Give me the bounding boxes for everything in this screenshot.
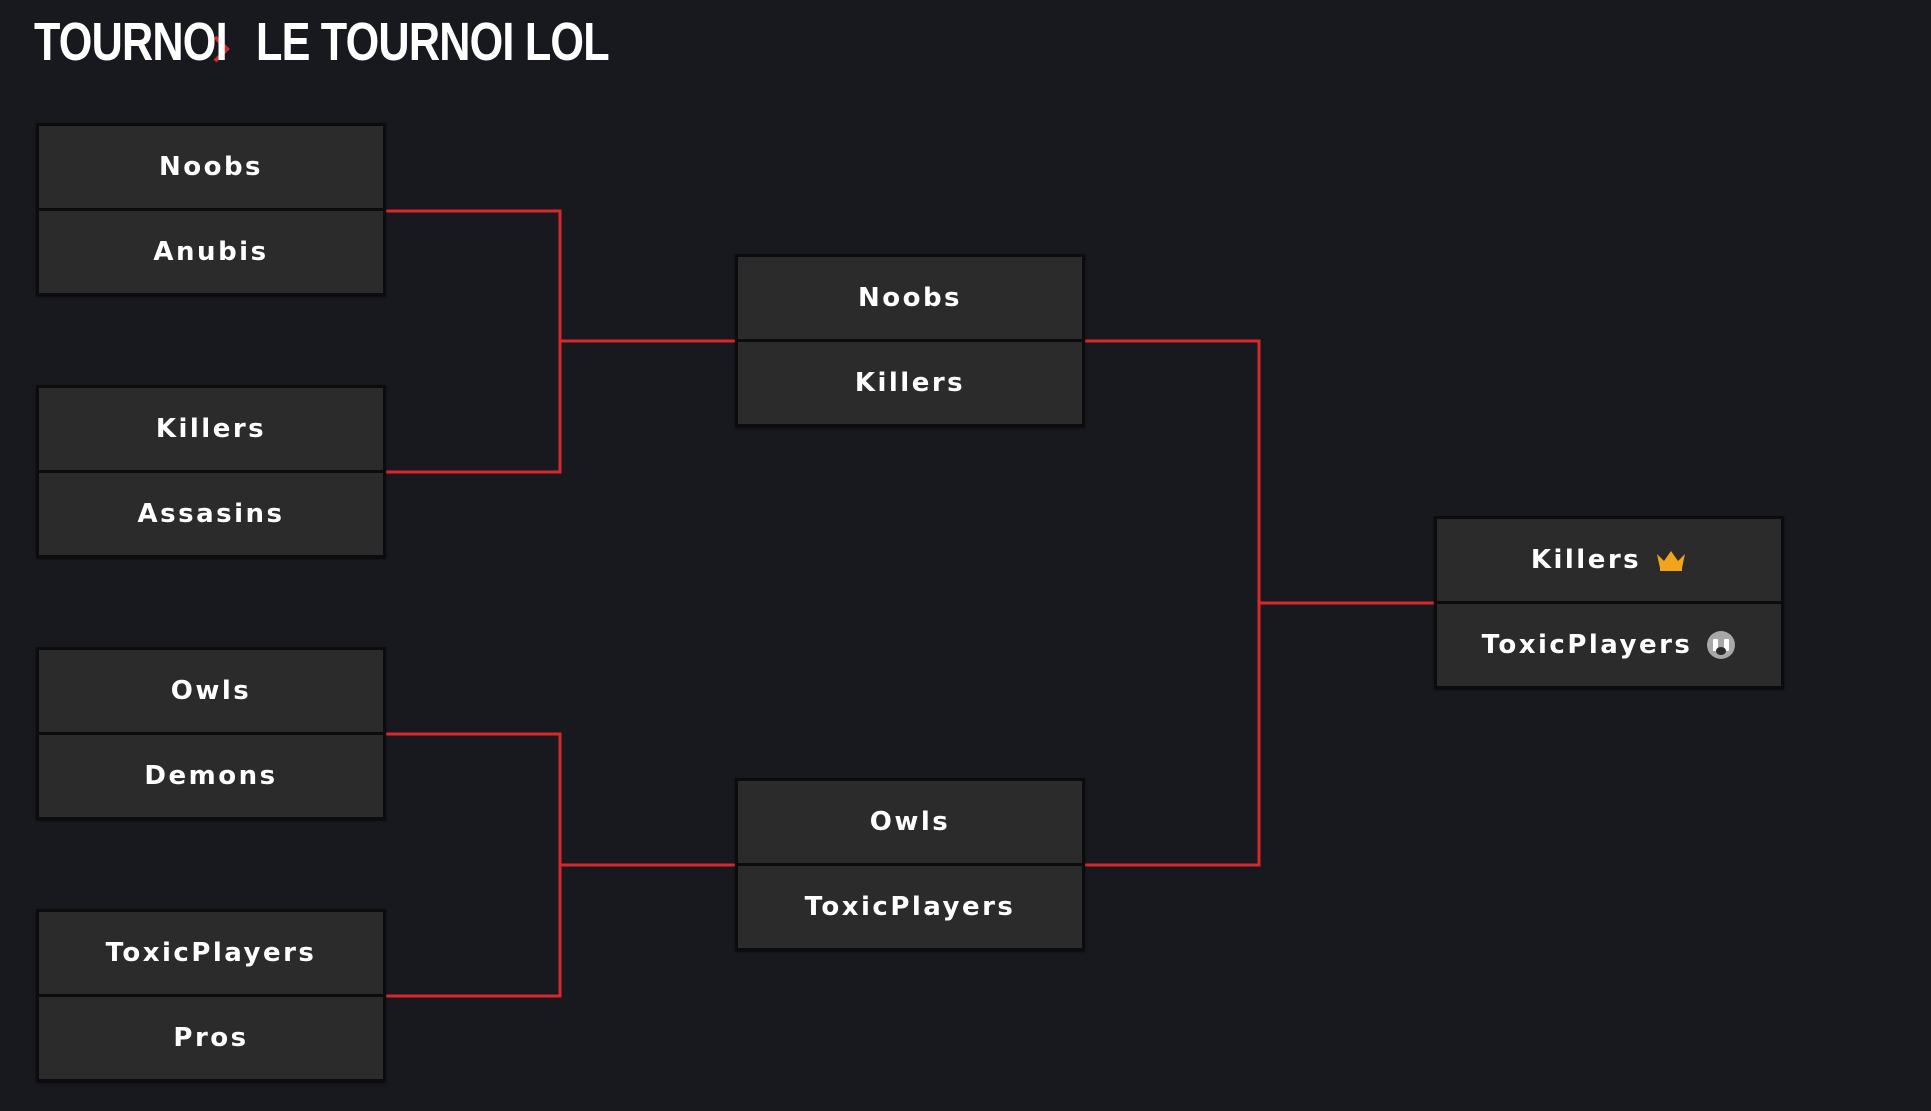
match-r2-m1: Noobs Killers — [735, 254, 1085, 427]
connector-r1m1 — [384, 209, 562, 341]
match-r1-m1: Noobs Anubis — [36, 123, 386, 296]
team-slot[interactable]: Killers — [738, 339, 1082, 424]
team-slot[interactable]: Anubis — [39, 208, 383, 293]
team-slot[interactable]: Noobs — [738, 257, 1082, 339]
team-name: Noobs — [857, 283, 963, 313]
crying-face-icon — [1706, 630, 1736, 660]
connector-r2m1 — [1083, 339, 1261, 603]
match-r1-m2: Killers Assasins — [36, 385, 386, 558]
team-name: ToxicPlayers — [1481, 630, 1693, 660]
team-slot[interactable]: Pros — [39, 994, 383, 1079]
team-name: Owls — [170, 676, 252, 706]
connector-r1m4 — [384, 865, 562, 998]
team-name: Demons — [144, 761, 278, 791]
team-name: Anubis — [153, 237, 269, 267]
crown-icon — [1655, 548, 1687, 572]
team-name: ToxicPlayers — [105, 938, 317, 968]
match-final: Killers ToxicPlayers — [1434, 516, 1784, 689]
team-slot[interactable]: Noobs — [39, 126, 383, 208]
connector-r1m3 — [384, 732, 562, 865]
team-name: Pros — [173, 1023, 249, 1053]
team-name: Killers — [1530, 545, 1642, 575]
connector-r2m2 — [1083, 603, 1261, 867]
team-name: Assasins — [137, 499, 285, 529]
connector-r1m2 — [384, 341, 562, 474]
team-slot[interactable]: Demons — [39, 732, 383, 817]
match-r2-m2: Owls ToxicPlayers — [735, 778, 1085, 951]
team-slot[interactable]: Killers — [39, 388, 383, 470]
team-name: Owls — [869, 807, 951, 837]
team-slot[interactable]: ToxicPlayers — [39, 912, 383, 994]
loser-slot[interactable]: ToxicPlayers — [1437, 601, 1781, 686]
team-slot[interactable]: ToxicPlayers — [738, 863, 1082, 948]
team-slot[interactable]: Assasins — [39, 470, 383, 555]
team-name: ToxicPlayers — [804, 892, 1016, 922]
team-name: Killers — [155, 414, 267, 444]
team-slot[interactable]: Owls — [39, 650, 383, 732]
team-name: Killers — [854, 368, 966, 398]
team-slot[interactable]: Owls — [738, 781, 1082, 863]
match-r1-m4: ToxicPlayers Pros — [36, 909, 386, 1082]
team-name: Noobs — [158, 152, 264, 182]
winner-slot[interactable]: Killers — [1437, 519, 1781, 601]
match-r1-m3: Owls Demons — [36, 647, 386, 820]
